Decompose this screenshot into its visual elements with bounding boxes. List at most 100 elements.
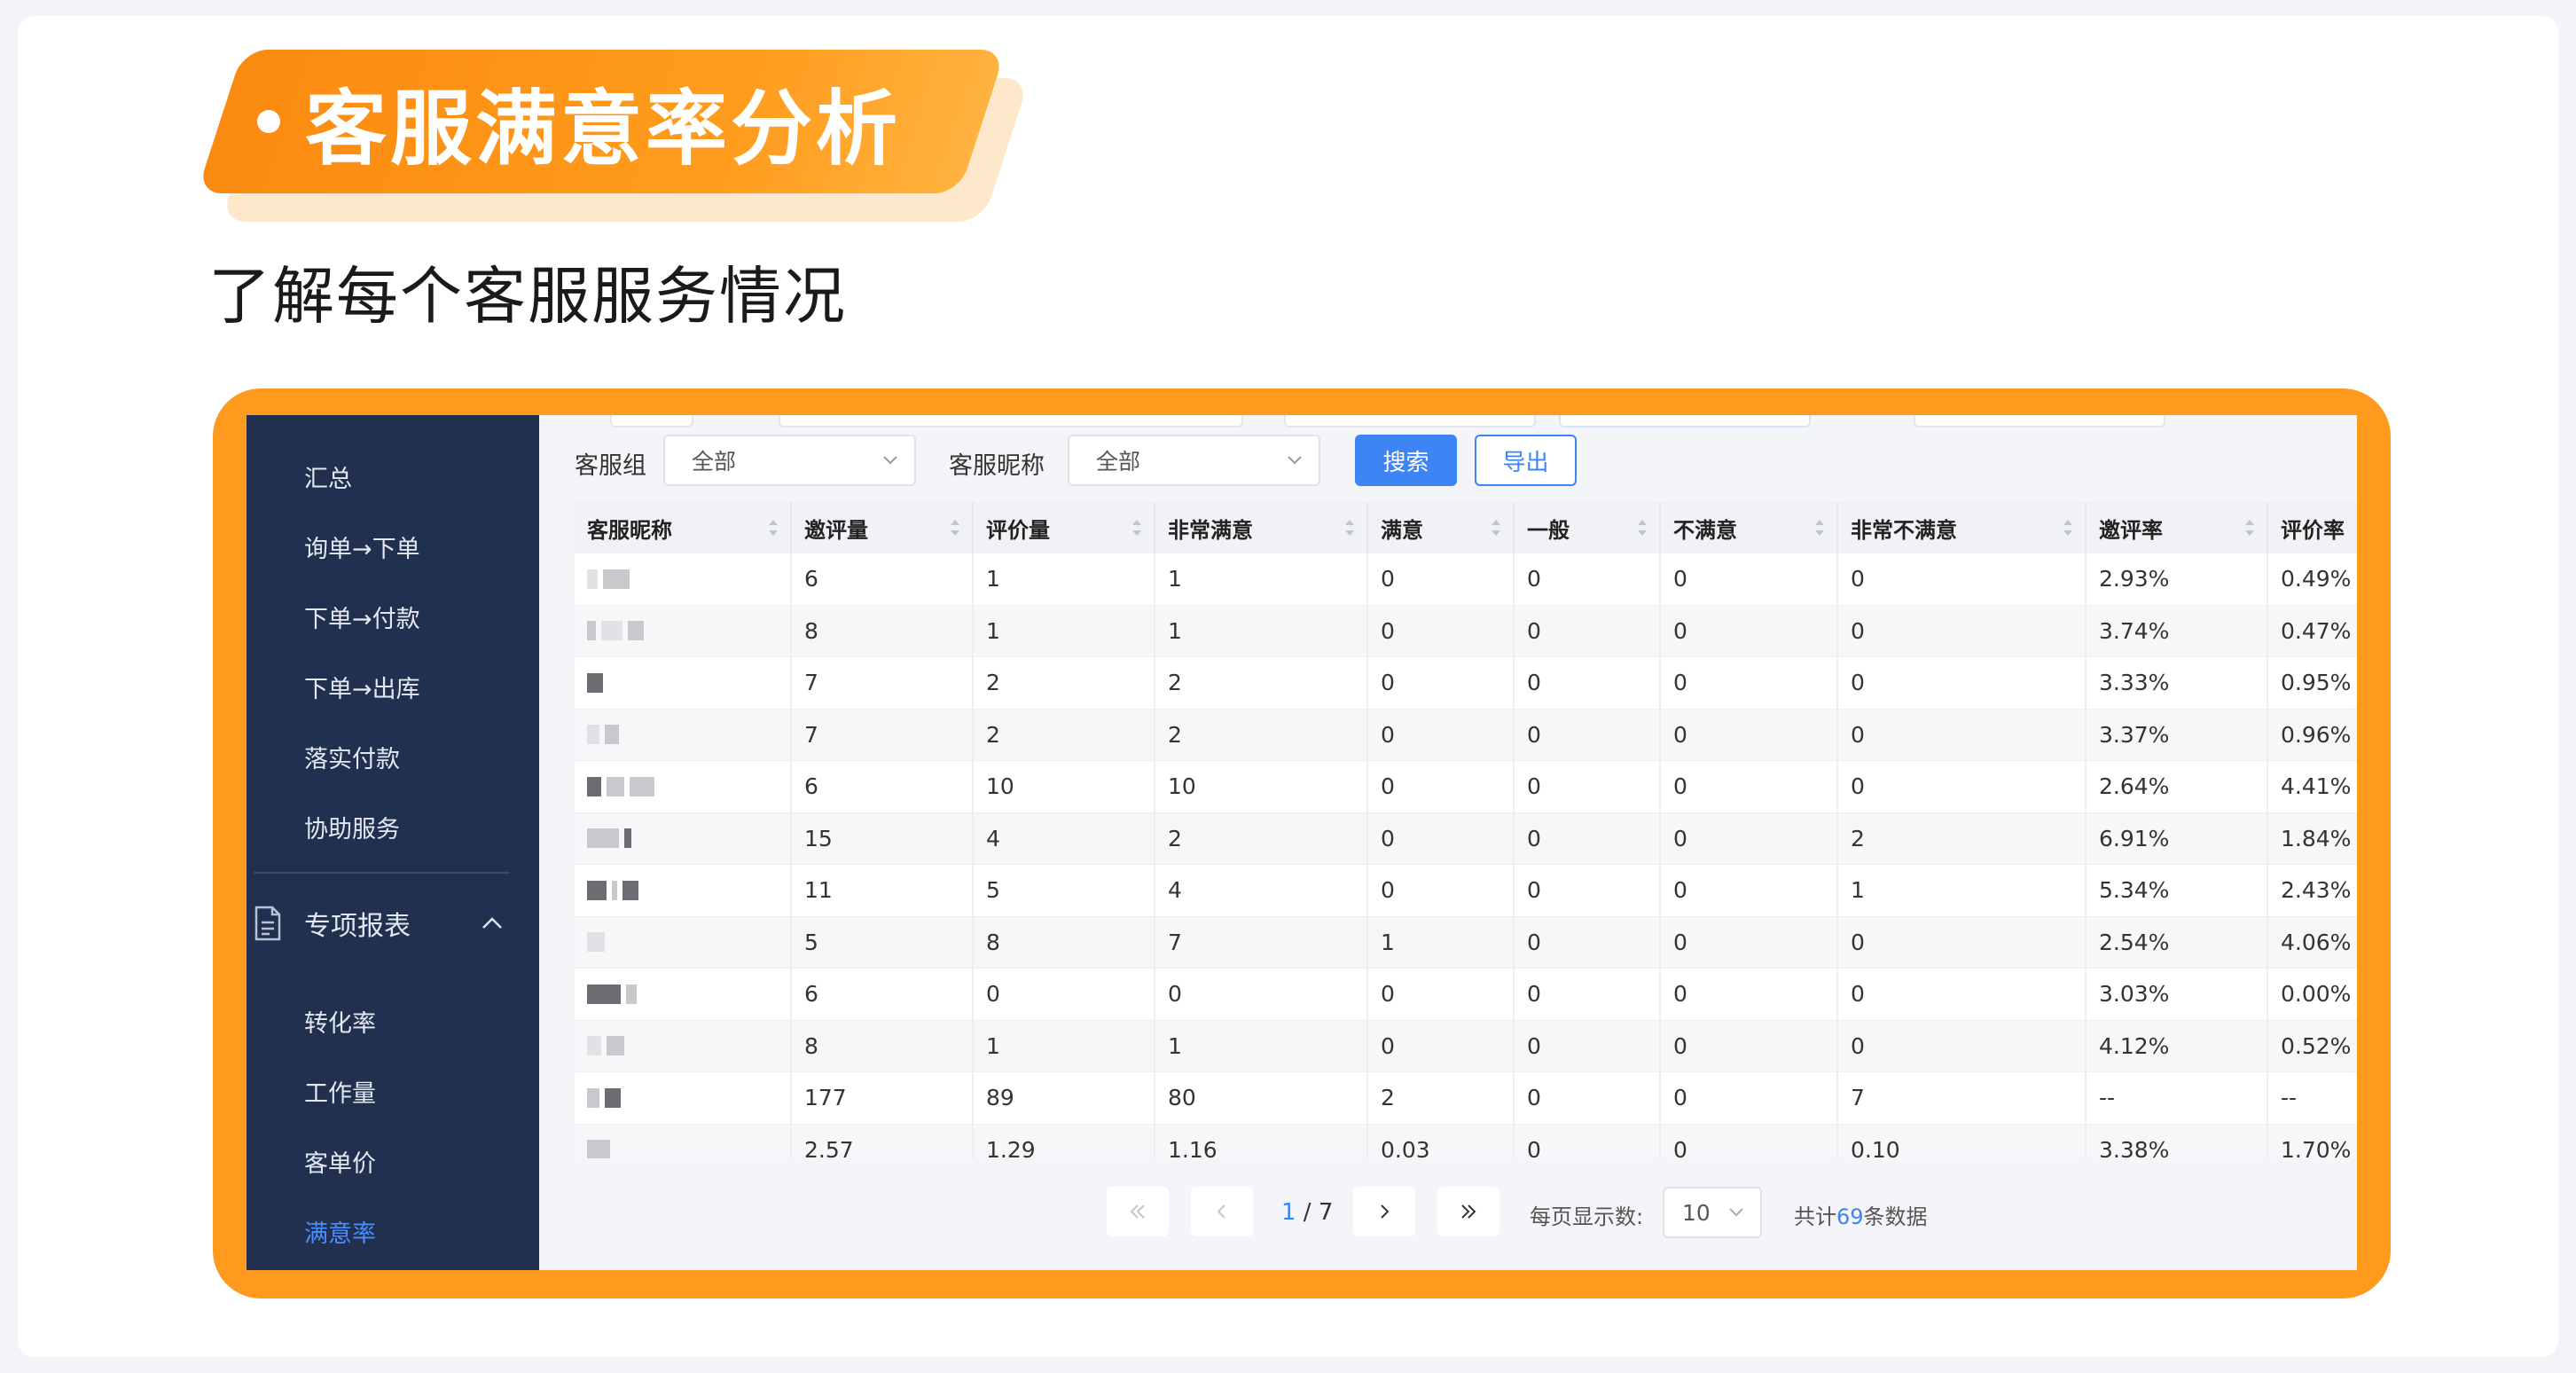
column-header[interactable]: 客服昵称 [575,502,792,553]
column-header[interactable]: 邀评率 [2087,502,2268,553]
table-cell: 2.43% [2268,865,2357,916]
redaction-block [587,569,598,589]
table-cell: 0 [1838,969,2087,1020]
table-cell: 0 [1515,761,1661,812]
scrolled-control [610,415,693,428]
column-header[interactable]: 非常满意 [1155,502,1368,553]
table-row[interactable]: 2.571.291.160.03000.103.38%1.70%92. [575,1124,2357,1158]
sidebar-item-inquiry-to-order[interactable]: 询单→下单 [304,530,420,564]
chevron-up-icon[interactable] [481,916,504,930]
table-cell: 10 [974,761,1155,812]
table-cell: 0 [1515,1020,1661,1071]
table-row[interactable]: 81100004.12%0.52%100 [575,1020,2357,1072]
table-cell: 2.93% [2087,553,2268,605]
table-cell: 1 [1838,865,2087,916]
sort-icon[interactable] [767,517,779,538]
agent-name-cell-redacted [575,657,792,709]
table-cell: 0 [1515,865,1661,916]
next-page-button[interactable] [1353,1187,1415,1236]
redaction-block [587,880,607,900]
search-button[interactable]: 搜索 [1355,435,1457,486]
table-cell: 5 [974,865,1155,916]
sidebar-item-assist-service[interactable]: 协助服务 [304,810,400,844]
sidebar-item-confirm-payment[interactable]: 落实付款 [304,740,400,774]
table-cell: 0.49% [2268,553,2357,605]
nick-select[interactable]: 全部 [1068,435,1320,486]
column-header[interactable]: 不满意 [1661,502,1838,553]
group-select[interactable]: 全部 [663,435,916,486]
redaction-block [626,984,637,1004]
table-cell: 15 [792,812,974,864]
sort-icon[interactable] [2243,517,2256,538]
first-page-button[interactable] [1107,1187,1169,1236]
last-page-button[interactable] [1437,1187,1499,1236]
column-header[interactable]: 评价量 [974,502,1155,553]
group-select-value: 全部 [692,449,737,475]
table-row[interactable]: 115400015.34%2.43%80. [575,865,2357,917]
table-row[interactable]: 81100003.74%0.47%100 [575,605,2357,657]
sidebar-item-workload[interactable]: 工作量 [304,1074,376,1109]
page-size-select[interactable]: 10 [1663,1187,1762,1238]
sidebar-item-unit-price[interactable]: 客单价 [304,1144,376,1179]
table-cell: 0 [1661,709,1838,760]
column-header-label: 邀评量 [804,517,868,543]
table-row[interactable]: 72200003.37%0.96%100 [575,709,2357,761]
sidebar-item-conversion-rate[interactable]: 转化率 [304,1004,376,1039]
table-cell: 0 [1368,709,1515,760]
sidebar-item-order-to-pay[interactable]: 下单→付款 [304,600,420,634]
table-cell: 0 [1661,1020,1838,1071]
sidebar-section-special-reports[interactable]: 专项报表 [254,901,520,945]
table-row[interactable]: 72200003.33%0.95%100 [575,657,2357,710]
table-header: 客服昵称邀评量评价量非常满意满意一般不满意非常不满意邀评率评价率满意率 [575,502,2357,553]
table-cell: 0.95% [2268,657,2357,709]
table-cell: 1 [1155,605,1368,656]
current-page: 1 [1281,1199,1296,1226]
column-header-label: 非常满意 [1168,517,1253,543]
column-header[interactable]: 评价率 [2268,502,2357,553]
table-body: 61100002.93%0.49%10081100003.74%0.47%100… [575,553,2357,1158]
table-cell: 0 [1368,812,1515,864]
prev-page-button[interactable] [1191,1187,1253,1236]
total-count-text: 共计69条数据 [1794,1199,1928,1230]
redaction-block [630,776,654,796]
redaction-block [624,828,631,849]
sort-icon[interactable] [2062,517,2074,538]
nick-select-value: 全部 [1096,449,1141,475]
sort-icon[interactable] [1490,517,1502,538]
table-cell: 0.00% [2268,969,2357,1020]
column-header-label: 邀评率 [2099,517,2163,543]
table-cell: 0 [1661,1124,1838,1158]
table-cell: 2 [1155,657,1368,709]
agent-name-cell-redacted [575,916,792,968]
table-row[interactable]: 154200026.91%1.84%50. [575,812,2357,865]
table-row[interactable]: 17789802007------ [575,1072,2357,1125]
table-cell: 6 [792,553,974,605]
sort-icon[interactable] [1131,517,1143,538]
sort-icon[interactable] [1343,517,1356,538]
sidebar-item-order-to-ship[interactable]: 下单→出库 [304,670,420,704]
sidebar-item-summary[interactable]: 汇总 [304,459,352,494]
sort-icon[interactable] [1636,517,1648,538]
sidebar-item-satisfaction-rate[interactable]: 满意率 [304,1214,376,1249]
sort-icon[interactable] [1813,517,1826,538]
column-header-label: 评价量 [986,517,1050,543]
column-header[interactable]: 满意 [1368,502,1515,553]
agent-name-cell-redacted [575,1124,792,1158]
sort-icon[interactable] [949,517,961,538]
table-row[interactable]: 6101000002.64%4.41%100 [575,761,2357,813]
table-cell: 0 [1515,709,1661,760]
table-cell: 2 [1155,812,1368,864]
table-row[interactable]: 61100002.93%0.49%100 [575,553,2357,606]
table-row[interactable]: 60000003.03%0.00%0.0 [575,969,2357,1021]
table-cell: 0.03 [1368,1124,1515,1158]
export-button[interactable]: 导出 [1475,435,1577,486]
table-cell: 89 [974,1072,1155,1124]
column-header[interactable]: 一般 [1515,502,1661,553]
table-cell: 0 [1838,761,2087,812]
table-cell: 2 [974,657,1155,709]
table-row[interactable]: 58710002.54%4.06%100 [575,916,2357,969]
page-title: 客服满意率分析 [305,81,902,177]
column-header[interactable]: 非常不满意 [1838,502,2087,553]
column-header[interactable]: 邀评量 [792,502,974,553]
table-cell: 0 [1661,916,1838,968]
